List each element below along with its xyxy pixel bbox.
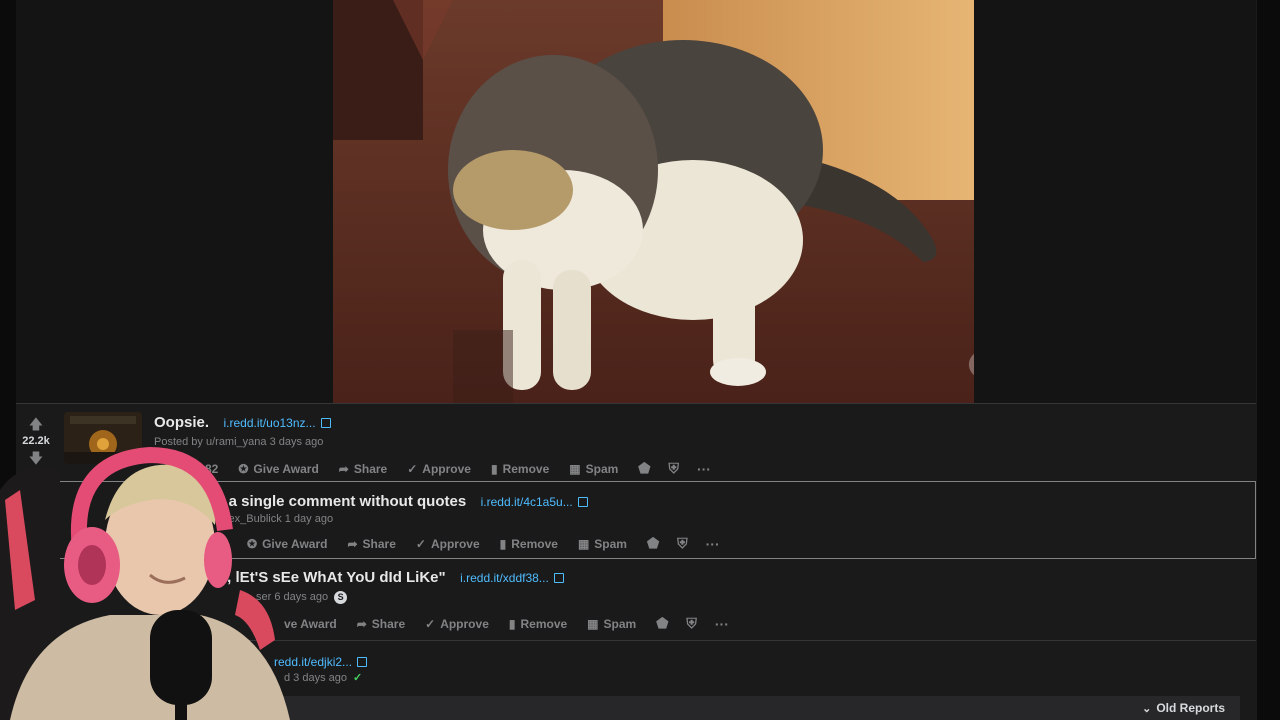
external-link-icon[interactable]: [553, 573, 564, 583]
tag-icon: ⬟: [656, 615, 669, 631]
spam-label: Spam: [603, 616, 637, 631]
check-icon: ✓: [415, 536, 426, 551]
mod-actions-button[interactable]: ⛨: [668, 460, 679, 477]
approve-button[interactable]: ✓ Approve: [407, 462, 471, 476]
spam-label: Spam: [585, 461, 619, 476]
external-link-icon[interactable]: [320, 418, 331, 428]
spam-icon: ▦: [587, 616, 599, 631]
flair-button[interactable]: ⬟: [638, 460, 650, 477]
spam-button[interactable]: ▦ Spam: [569, 462, 618, 476]
remove-label: Remove: [511, 536, 558, 551]
upvote-arrow-icon[interactable]: 🡅: [16, 416, 56, 432]
remove-button[interactable]: ▮ Remove: [491, 462, 549, 476]
mod-actions-button[interactable]: ⛨: [677, 535, 688, 552]
external-link-icon[interactable]: [357, 657, 368, 667]
loading-spinner-icon: [968, 354, 974, 375]
spam-button[interactable]: ▦ Spam: [587, 617, 636, 631]
more-options-button[interactable]: ···: [697, 461, 711, 477]
chevron-down-icon: ⌄: [1142, 703, 1152, 715]
remove-label: Remove: [502, 461, 550, 476]
approve-button[interactable]: ✓ Approve: [416, 537, 480, 551]
old-reports-toggle[interactable]: ⌄ Old Reports: [1142, 701, 1225, 715]
post-title-line: Oopsie. i.redd.it/uo13nz...: [154, 414, 331, 432]
post-actions: ve Award ➦ Share ✓ Approve ▮ Remove ▦ Spam ⬟…: [284, 615, 747, 632]
old-reports-label: Old Reports: [1156, 701, 1225, 715]
share-button[interactable]: ➦ Share: [339, 462, 387, 476]
ellipsis-icon: ···: [696, 460, 711, 477]
spam-icon: ▦: [577, 536, 590, 551]
approve-label: Approve: [440, 616, 489, 631]
share-label: Share: [353, 461, 388, 476]
remove-button[interactable]: ▮ Remove: [500, 537, 558, 551]
trash-icon: ▮: [499, 536, 507, 551]
share-icon: ➦: [356, 616, 367, 631]
share-icon: ➦: [347, 536, 358, 551]
webcam-overlay: [0, 440, 300, 720]
more-options-button[interactable]: ···: [706, 536, 720, 552]
share-button[interactable]: ➦ Share: [347, 537, 395, 551]
share-label: Share: [362, 536, 396, 551]
spam-icon: ▦: [569, 461, 581, 476]
spam-button[interactable]: ▦ Spam: [578, 537, 627, 551]
ellipsis-icon: ···: [714, 615, 729, 632]
approve-label: Approve: [422, 461, 471, 476]
flair-button[interactable]: ⬟: [647, 535, 659, 552]
post-domain-link[interactable]: i.redd.it/4c1a5u...: [481, 495, 573, 509]
external-link-icon[interactable]: [577, 497, 588, 507]
share-icon: ➦: [338, 461, 349, 476]
approve-button[interactable]: ✓ Approve: [425, 617, 489, 631]
tag-icon: ⬟: [646, 535, 660, 551]
spam-label: Spam: [594, 536, 627, 551]
user-badge: S: [334, 591, 348, 604]
remove-button[interactable]: ▮ Remove: [509, 617, 567, 631]
approve-label: Approve: [430, 536, 480, 551]
check-icon: ✓: [407, 461, 418, 476]
shield-icon: ⛨: [686, 615, 697, 631]
trash-icon: ▮: [508, 616, 516, 631]
trash-icon: ▮: [490, 461, 498, 476]
post-domain-link[interactable]: i.redd.it/uo13nz...: [223, 416, 315, 430]
post-title[interactable]: Oopsie.: [154, 414, 209, 431]
share-button[interactable]: ➦ Share: [357, 617, 405, 631]
shield-icon: ⛨: [677, 535, 688, 551]
streamer-figure: [0, 446, 290, 720]
ellipsis-icon: ···: [705, 535, 720, 552]
approved-check-icon: ✓: [353, 672, 363, 684]
mod-actions-button[interactable]: ⛨: [686, 615, 697, 632]
more-options-button[interactable]: ···: [715, 616, 729, 632]
check-icon: ✓: [425, 616, 436, 631]
share-label: Share: [371, 616, 406, 631]
remove-label: Remove: [520, 616, 568, 631]
post-domain-link[interactable]: i.redd.it/xddf38...: [460, 571, 549, 585]
flair-button[interactable]: ⬟: [656, 615, 668, 632]
tag-icon: ⬟: [638, 460, 651, 476]
expanded-post-image[interactable]: [333, 0, 974, 403]
shield-icon: ⛨: [668, 460, 679, 476]
